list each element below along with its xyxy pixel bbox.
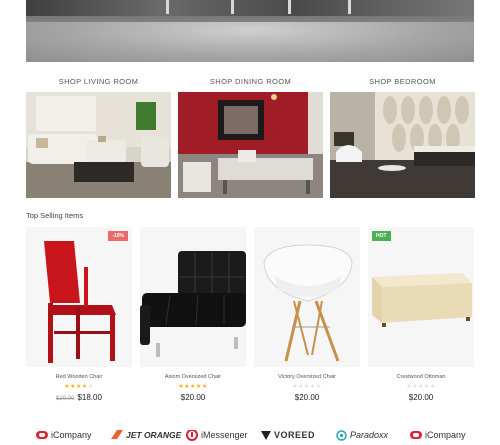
category-title-living-room[interactable]: SHOP LIVING ROOM [26,77,171,86]
bedroom-image[interactable] [330,92,475,198]
product-card-crestwood-ottoman[interactable]: HOT [368,227,474,367]
hero-banner-image [26,0,474,62]
old-price: $20.00 [56,396,75,402]
current-price: $20.00 [408,393,434,402]
product-card-red-wooden-chair[interactable]: -10% [26,227,132,367]
icompany-icon [36,431,48,439]
product-rating-stars: ★★★★★ [292,384,322,390]
brand-logo-paradoxx[interactable]: Paradoxx [336,428,388,442]
brand-name: Paradoxx [350,430,389,440]
hot-badge: HOT [372,231,391,241]
brand-logo-icompany-2[interactable]: iCompany [410,428,466,442]
voreed-icon [261,430,271,440]
product-rating-stars: ★★★★★ [64,384,94,390]
product-card-victory-oversized-chair[interactable] [254,227,360,367]
icompany-icon [410,431,422,439]
brand-name: iMessenger [201,430,248,440]
product-name[interactable]: Victory Oversized Chair [254,374,360,380]
brand-name: JET ORANGE [126,430,182,440]
product-rating-stars: ★★★★★ [178,384,208,390]
category-title-bedroom[interactable]: SHOP BEDROOM [330,77,475,86]
brand-logo-icompany[interactable]: iCompany [36,428,92,442]
section-title-top-selling: Top Selling Items [26,211,84,220]
living-room-image[interactable] [26,92,171,198]
black-leather-chair-icon [140,251,246,357]
category-title-dining-room[interactable]: SHOP DINING ROOM [178,77,323,86]
product-name[interactable]: Red Wooden Chair [26,374,132,380]
current-price: $20.00 [180,393,206,402]
product-card-axiom-oversized-chair[interactable] [140,227,246,367]
paradoxx-icon [336,429,347,441]
brand-logo-jet-orange[interactable]: JET ORANGE [111,428,181,442]
product-name[interactable]: Crestwood Ottoman [368,374,474,380]
product-price: $20.00 [140,393,246,402]
white-chair-icon [263,244,353,362]
brand-logo-voreed[interactable]: VOREED [261,428,315,442]
product-rating-stars: ★★★★★ [406,384,436,390]
product-price: $20.00 [368,393,474,402]
brand-name: iCompany [51,430,92,440]
jet-orange-icon [111,430,123,439]
product-name[interactable]: Axiom Oversized Chair [140,374,246,380]
brand-name: iCompany [425,430,466,440]
dining-room-image[interactable] [178,92,323,198]
brand-logo-imessenger[interactable]: iMessenger [186,428,248,442]
current-price: $20.00 [294,393,320,402]
product-price: $20.00 [254,393,360,402]
discount-badge: -10% [108,231,128,241]
product-price: $20.00 $18.00 [26,393,132,402]
current-price: $18.00 [77,393,102,402]
brand-name: VOREED [274,430,316,440]
imessenger-icon [186,429,198,441]
ottoman-icon [372,273,472,327]
red-chair-icon [44,241,116,363]
